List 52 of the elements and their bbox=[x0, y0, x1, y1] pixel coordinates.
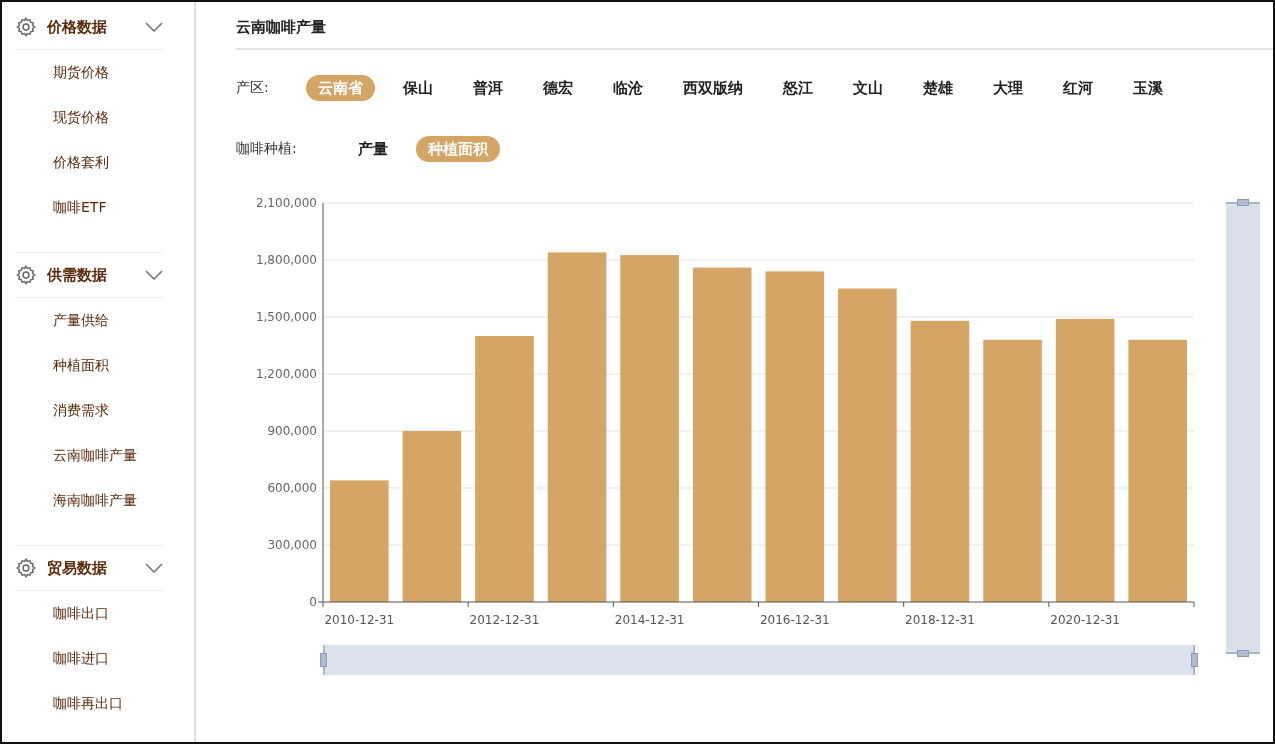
settings-icon bbox=[15, 264, 37, 286]
range-slider[interactable] bbox=[1226, 202, 1260, 654]
sidebar-item[interactable]: 价格套利 bbox=[15, 140, 194, 185]
sidebar-item[interactable]: 咖啡出口 bbox=[15, 591, 194, 636]
sidebar-item[interactable]: 现货价格 bbox=[15, 95, 194, 140]
sidebar-item[interactable]: 咖啡ETF bbox=[15, 185, 194, 230]
sidebar-item[interactable]: 咖啡进口 bbox=[15, 636, 194, 681]
filter-option[interactable]: 西双版纳 bbox=[671, 75, 755, 101]
filter-option[interactable]: 临沧 bbox=[601, 75, 655, 101]
filter-option[interactable]: 文山 bbox=[841, 75, 895, 101]
axis-label: 2,100,000 bbox=[255, 196, 317, 210]
filter-option[interactable]: 普洱 bbox=[461, 75, 515, 101]
page-title: 云南咖啡产量 bbox=[236, 2, 1273, 50]
axis-label: 300,000 bbox=[267, 538, 317, 552]
sidebar-item[interactable]: 海南咖啡产量 bbox=[15, 478, 194, 523]
chevron-icon[interactable] bbox=[145, 270, 163, 280]
filter-option[interactable]: 德宏 bbox=[531, 75, 585, 101]
section-title[interactable]: 供需数据 bbox=[47, 265, 135, 285]
filter-option[interactable]: 楚雄 bbox=[911, 75, 965, 101]
axis-label: 1,500,000 bbox=[255, 310, 317, 324]
settings-icon bbox=[15, 16, 37, 38]
axis-label: 1,800,000 bbox=[255, 253, 317, 267]
axis-label: 2016-12-31 bbox=[759, 613, 830, 627]
settings-icon bbox=[15, 557, 37, 579]
axis-label: 1,200,000 bbox=[255, 367, 317, 381]
axis-label: 900,000 bbox=[267, 424, 317, 438]
filter-option[interactable]: 保山 bbox=[391, 75, 445, 101]
sidebar-item[interactable]: 消费需求 bbox=[15, 388, 194, 433]
sidebar-item[interactable]: 咖啡再出口 bbox=[15, 681, 194, 726]
sidebar-item[interactable]: 产量供给 bbox=[15, 298, 194, 343]
range-slider[interactable] bbox=[323, 645, 1195, 675]
axis-label: 2010-12-31 bbox=[324, 613, 395, 627]
section-title[interactable]: 贸易数据 bbox=[47, 558, 135, 578]
sidebar-item[interactable]: 种植面积 bbox=[15, 343, 194, 388]
axis-label: 2014-12-31 bbox=[614, 613, 685, 627]
sidebar-item[interactable]: 期货价格 bbox=[15, 50, 194, 95]
filter-label: 咖啡种植: bbox=[236, 140, 298, 158]
filter-option[interactable]: 红河 bbox=[1051, 75, 1105, 101]
filter-option[interactable]: 大理 bbox=[981, 75, 1035, 101]
axis-label: 2018-12-31 bbox=[905, 613, 975, 627]
chevron-icon[interactable] bbox=[145, 563, 163, 573]
filter-option[interactable]: 怒江 bbox=[771, 75, 825, 101]
chevron-icon[interactable] bbox=[145, 22, 163, 32]
axis-label: 2020-12-31 bbox=[1050, 613, 1120, 627]
axis-label: 2012-12-31 bbox=[469, 613, 540, 627]
axis-label: 0 bbox=[309, 595, 317, 609]
filter-option[interactable]: 产量 bbox=[346, 136, 400, 162]
section-title[interactable]: 价格数据 bbox=[47, 17, 135, 37]
sidebar-item[interactable]: 云南咖啡产量 bbox=[15, 433, 194, 478]
axis-label: 600,000 bbox=[267, 481, 317, 495]
filter-option[interactable]: 玉溪 bbox=[1121, 75, 1175, 101]
filter-label: 产区: bbox=[236, 79, 270, 97]
